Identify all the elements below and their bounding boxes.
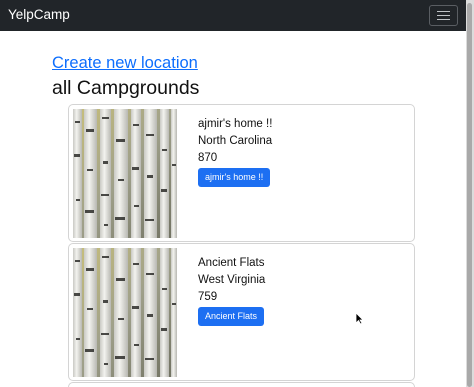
campground-name: Ancient Flats — [198, 257, 265, 269]
page-title: all Campgrounds — [52, 77, 200, 99]
campground-price: 870 — [198, 152, 218, 164]
campground-name: ajmir's home !! — [198, 118, 273, 130]
navbar: YelpCamp — [0, 0, 466, 31]
browser-viewport: YelpCamp Create new location all Campgro… — [0, 0, 467, 387]
birch-trees-image — [73, 248, 177, 377]
navbar-toggler-button[interactable] — [429, 5, 458, 26]
campground-price: 759 — [198, 291, 218, 303]
mouse-cursor-icon — [355, 312, 364, 325]
create-location-link[interactable]: Create new location — [52, 54, 198, 73]
scrollbar-thumb[interactable] — [467, 3, 472, 387]
campground-card-partial — [68, 382, 415, 387]
campground-location: West Virginia — [198, 274, 266, 286]
navbar-brand[interactable]: YelpCamp — [8, 7, 70, 22]
campground-location: North Carolina — [198, 135, 273, 147]
birch-trees-image — [73, 109, 177, 238]
campground-card: ajmir's home !! North Carolina 870 ajmir… — [68, 104, 415, 242]
view-campground-button[interactable]: Ancient Flats — [198, 307, 265, 326]
view-campground-button[interactable]: ajmir's home !! — [198, 168, 271, 187]
